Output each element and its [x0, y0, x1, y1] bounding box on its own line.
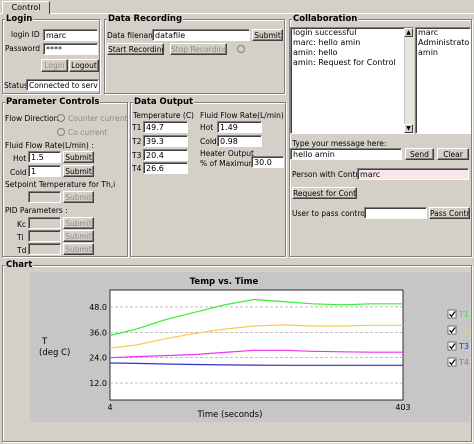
password-label: Password :: [5, 44, 45, 53]
td-submit-button[interactable]: Submit: [63, 243, 94, 255]
cold-flow-submit-button[interactable]: Submit: [63, 165, 94, 177]
message-line: amin: hello: [293, 48, 338, 57]
counter-current-radio[interactable]: [57, 114, 65, 122]
tab-bar-line: [0, 13, 474, 14]
login-id-field[interactable]: marc: [43, 29, 98, 41]
message-line: amin: Request for Control: [293, 58, 396, 67]
output-cold-label: Cold: [200, 137, 217, 146]
td-label: Td: [17, 246, 27, 255]
setpoint-field[interactable]: [28, 191, 61, 203]
request-control-button[interactable]: Request for Control: [292, 187, 357, 199]
y-axis-label-line1: T: [41, 337, 48, 347]
status-label: Status: [4, 81, 28, 90]
pass-control-button[interactable]: Pass Control: [429, 207, 470, 219]
message-line: login successful: [293, 28, 357, 37]
pid-parameters-label: PID Parameters :: [5, 206, 68, 215]
td-field[interactable]: [28, 243, 61, 255]
scroll-up-arrow-icon[interactable]: ▲: [404, 28, 413, 37]
temperature-label: Temperature (C): [133, 111, 194, 120]
hot-flow-field[interactable]: 1.5: [28, 151, 61, 163]
ti-label: Ti: [17, 233, 24, 242]
person-with-control-label: Person with Control: [292, 170, 365, 179]
user-item[interactable]: marc: [416, 28, 470, 38]
plot-area: [109, 289, 404, 401]
pass-control-field[interactable]: [364, 207, 427, 219]
x-tick-label: 403: [395, 403, 410, 412]
t1-value: 49.7: [143, 121, 188, 133]
t4-value: 26.6: [143, 162, 188, 174]
user-list[interactable]: marc Administrator amin: [415, 27, 471, 134]
legend-label: T2: [458, 326, 469, 335]
t2-label: T2: [132, 137, 142, 146]
t2-value: 39.3: [143, 135, 188, 147]
login-id-label: login ID :: [11, 30, 45, 39]
kc-label: Kc: [17, 220, 27, 229]
message-input[interactable]: hello amin: [290, 148, 402, 160]
legend-label: T3: [458, 342, 469, 351]
t3-value: 20.4: [143, 149, 188, 161]
user-item[interactable]: Administrator: [416, 38, 470, 48]
flow-rate-label: Fluid Flow Rate(L/min) :: [5, 141, 94, 150]
ti-submit-button[interactable]: Submit: [63, 230, 94, 242]
stop-recording-button[interactable]: Stop Recording: [170, 43, 227, 55]
clear-button[interactable]: Clear: [437, 148, 469, 160]
tab-control[interactable]: Control: [2, 1, 50, 14]
counter-current-label: Counter current: [68, 114, 128, 123]
data-output-title: Data Output: [133, 97, 195, 107]
password-field[interactable]: ****: [43, 43, 98, 55]
output-flow-label: Fluid Flow Rate(L/min): [200, 111, 284, 120]
login-title: Login: [5, 14, 34, 24]
setpoint-submit-button[interactable]: Submit: [63, 191, 94, 203]
y-tick-label: 36.0: [89, 328, 107, 337]
message-line: marc: hello amin: [293, 38, 361, 47]
recording-title: Data Recording: [107, 14, 184, 24]
heater-percent-label: % of Maximum: [200, 159, 257, 168]
co-current-radio[interactable]: [57, 128, 65, 136]
hot-flow-submit-button[interactable]: Submit: [63, 151, 94, 163]
temp-chart: Temp vs. Time 48.0 36.0 24.0 12.0 4 403 T (d…: [30, 272, 470, 422]
kc-field[interactable]: [28, 217, 61, 229]
output-cold-value: 0.98: [217, 135, 262, 147]
t1-label: T1: [132, 123, 142, 132]
collaboration-title: Collaboration: [292, 14, 359, 24]
t3-label: T3: [132, 151, 142, 160]
x-axis-label: Time (seconds): [197, 410, 263, 420]
t4-label: T4: [132, 164, 142, 173]
message-scrollbar[interactable]: [404, 28, 414, 133]
legend-label: T1: [458, 310, 469, 319]
send-button[interactable]: Send: [405, 148, 434, 160]
x-tick-label: 4: [107, 403, 112, 412]
y-axis-label-line2: (deg C): [39, 348, 70, 358]
filename-field[interactable]: datafile: [152, 29, 250, 41]
cold-label: Cold: [10, 168, 27, 177]
user-item[interactable]: amin: [416, 48, 470, 58]
chart-title: Temp vs. Time: [190, 277, 259, 287]
hot-label: Hot: [13, 154, 27, 163]
scroll-down-arrow-icon[interactable]: ▼: [404, 124, 413, 133]
filename-submit-button[interactable]: Submit: [252, 29, 283, 41]
message-history[interactable]: login successful marc: hello amin amin: …: [290, 27, 414, 134]
y-tick-label: 48.0: [89, 303, 107, 312]
cold-flow-field[interactable]: 1: [28, 165, 61, 177]
flow-direction-label: Flow Direction: [5, 114, 59, 123]
recording-indicator: [237, 45, 245, 53]
y-tick-label: 12.0: [89, 379, 107, 388]
y-tick-label: 24.0: [89, 354, 107, 363]
setpoint-label: Setpoint Temperature for Th,i: [5, 180, 116, 189]
status-field: Connected to server: [26, 79, 99, 91]
output-hot-label: Hot: [200, 123, 214, 132]
co-current-label: Co current: [68, 128, 108, 137]
start-recording-button[interactable]: Start Recording: [107, 43, 164, 55]
logout-button[interactable]: Logout: [69, 59, 99, 72]
ti-field[interactable]: [28, 230, 61, 242]
login-button[interactable]: Login: [41, 59, 68, 72]
heater-output-value: 30.0: [251, 156, 284, 168]
kc-submit-button[interactable]: Submit: [63, 217, 94, 229]
chart-section-title: Chart: [5, 260, 34, 270]
output-hot-value: 1.49: [217, 121, 262, 133]
parameter-controls-title: Parameter Controls: [5, 97, 101, 107]
legend-label: T4: [458, 358, 469, 367]
person-with-control-field: marc: [357, 168, 469, 180]
